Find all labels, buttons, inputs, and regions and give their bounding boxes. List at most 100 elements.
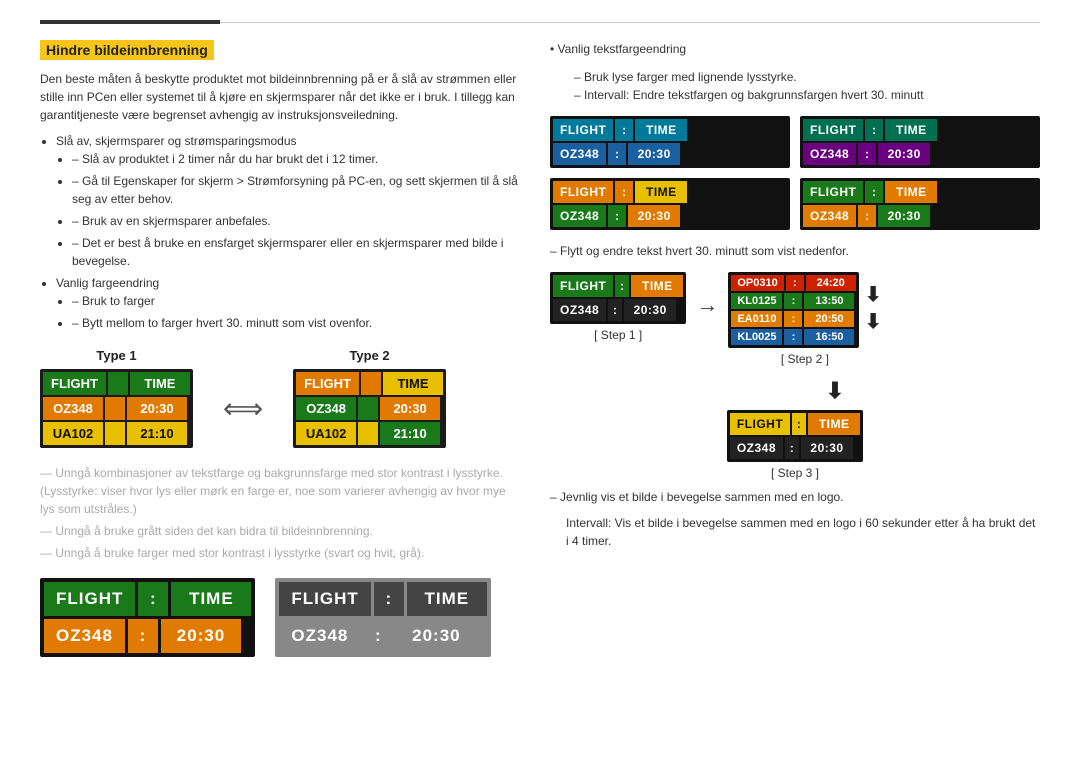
bottom-examples: FLIGHT : TIME OZ348 : 20:30 FLIGHT : TIM…: [40, 578, 520, 657]
top-rule: [40, 20, 1040, 24]
cb1-flight: FLIGHT: [553, 119, 613, 141]
btm-gray-oz348: OZ348: [279, 619, 360, 653]
type2-container: Type 2 FLIGHT TIME OZ348 20:30 UA102: [293, 348, 446, 448]
avoid-note-3: Unngå å bruke farger med stor kontrast i…: [40, 544, 520, 562]
cb2-2030: 20:30: [878, 143, 930, 165]
type2-flight-label: FLIGHT: [296, 372, 359, 395]
cb2-colon2: :: [858, 143, 876, 165]
type2-colon: [361, 372, 381, 395]
cb1-header: FLIGHT : TIME: [553, 119, 787, 141]
sr1-col1: OP0310: [731, 275, 783, 291]
s3-row: OZ348 : 20:30: [730, 437, 860, 459]
sub-item-2-1: Bruk to farger: [72, 292, 520, 310]
btm-blk-flight: FLIGHT: [44, 582, 135, 616]
sr3-col1: EA0110: [731, 311, 782, 327]
btm-gray-flight: FLIGHT: [279, 582, 370, 616]
type1-row2: UA102 21:10: [43, 422, 190, 445]
type2-time-label: TIME: [383, 372, 443, 395]
type2-colon3: [358, 422, 378, 445]
color-board-3: FLIGHT : TIME OZ348 : 20:30: [550, 178, 790, 230]
btm-gray-2030: 20:30: [396, 619, 476, 653]
s1-row: OZ348 : 20:30: [553, 299, 683, 321]
s1-2030: 20:30: [624, 299, 676, 321]
step1-board: FLIGHT : TIME OZ348 : 20:30: [550, 272, 686, 324]
s3-colon2: :: [785, 437, 799, 459]
cb3-colon2: :: [608, 205, 626, 227]
cb3-row: OZ348 : 20:30: [553, 205, 787, 227]
type2-2030: 20:30: [380, 397, 440, 420]
type2-row1: OZ348 20:30: [296, 397, 443, 420]
type1-colon: [108, 372, 128, 395]
type2-2110: 21:10: [380, 422, 440, 445]
cb3-colon: :: [615, 181, 633, 203]
avoid-note-1: Unngå kombinasjoner av tekstfarge og bak…: [40, 464, 520, 518]
type-examples: Type 1 FLIGHT TIME OZ348 20:30 UA102: [40, 348, 520, 448]
bottom-board-gray: FLIGHT : TIME OZ348 : 20:30: [275, 578, 490, 657]
btm-blk-time: TIME: [171, 582, 251, 616]
s3-colon: :: [792, 413, 806, 435]
vanlig-sub-list: Bruk lyse farger med lignende lysstyrke.…: [574, 68, 1040, 104]
btm-blk-colon2: :: [128, 619, 158, 653]
type1-2110: 21:10: [127, 422, 187, 445]
cb3-time: TIME: [635, 181, 687, 203]
btm-gray-colon: :: [374, 582, 404, 616]
scroll-row-2: KL0125 : 13:50: [731, 293, 855, 309]
scroll-row-3: EA0110 : 20:50: [731, 311, 855, 327]
swap-arrow-icon: ⟺: [223, 392, 263, 425]
s3-header: FLIGHT : TIME: [730, 413, 860, 435]
sub-list-1: Slå av produktet i 2 timer når du har br…: [72, 150, 520, 270]
type2-board: FLIGHT TIME OZ348 20:30 UA102 21:10: [293, 369, 446, 448]
step3-label: [ Step 3 ]: [550, 466, 1040, 480]
type2-label: Type 2: [293, 348, 446, 363]
avoid-note-2: Unngå å bruke grått siden det kan bidra …: [40, 522, 520, 540]
type1-container: Type 1 FLIGHT TIME OZ348 20:30 UA102: [40, 348, 193, 448]
cb1-colon: :: [615, 119, 633, 141]
type1-colon2: [105, 397, 125, 420]
scroll-row-4: KL0025 : 16:50: [731, 329, 855, 345]
type1-flight-label: FLIGHT: [43, 372, 106, 395]
sr4-col2: 16:50: [804, 329, 854, 345]
color-board-2: FLIGHT : TIME OZ348 : 20:30: [800, 116, 1040, 168]
step1-box: FLIGHT : TIME OZ348 : 20:30 [ Step 1 ]: [550, 272, 686, 342]
left-column: Hindre bildeinnbrenning Den beste måten …: [40, 40, 520, 657]
sr1-col2: 24:20: [806, 275, 856, 291]
type2-oz348: OZ348: [296, 397, 356, 420]
type1-ua102: UA102: [43, 422, 103, 445]
vanlig-sub-2: Intervall: Endre tekstfargen og bakgrunn…: [574, 86, 1040, 104]
down-arrow-icon: ⬇: [826, 378, 844, 403]
main-bullet-list: Slå av, skjermsparer og strømsparingsmod…: [56, 132, 520, 332]
sr2-col1: KL0125: [731, 293, 782, 309]
type2-row2: UA102 21:10: [296, 422, 443, 445]
cb1-oz348: OZ348: [553, 143, 606, 165]
cb4-colon2: :: [858, 205, 876, 227]
sr1-sep: :: [786, 275, 804, 291]
cb2-header: FLIGHT : TIME: [803, 119, 1037, 141]
s1-time: TIME: [631, 275, 683, 297]
btm-gray-colon2: :: [363, 619, 393, 653]
step3-board: FLIGHT : TIME OZ348 : 20:30: [727, 410, 863, 462]
vanlig-sub-1: Bruk lyse farger med lignende lysstyrke.: [574, 68, 1040, 86]
flytt-note: Flytt og endre tekst hvert 30. minutt so…: [550, 242, 1040, 260]
sub-list-2: Bruk to farger Bytt mellom to farger hve…: [72, 292, 520, 332]
type1-label: Type 1: [40, 348, 193, 363]
cb1-time: TIME: [635, 119, 687, 141]
s3-time: TIME: [808, 413, 860, 435]
cb4-row: OZ348 : 20:30: [803, 205, 1037, 227]
type1-row1: OZ348 20:30: [43, 397, 190, 420]
sr4-sep: :: [784, 329, 802, 345]
section-title: Hindre bildeinnbrenning: [40, 40, 214, 60]
bottom-black-header: FLIGHT : TIME: [44, 582, 251, 616]
cb1-colon2: :: [608, 143, 626, 165]
sub-item-1-2: Gå til Egenskaper for skjerm > Strømfors…: [72, 172, 520, 208]
step3-container: FLIGHT : TIME OZ348 : 20:30 [ Step 3 ]: [550, 410, 1040, 480]
btm-blk-colon: :: [138, 582, 168, 616]
bottom-black-row: OZ348 : 20:30: [44, 619, 251, 653]
type1-time-label: TIME: [130, 372, 190, 395]
right-column: • Vanlig tekstfargeendring Bruk lyse far…: [550, 40, 1040, 657]
type2-header: FLIGHT TIME: [296, 372, 443, 395]
type1-header: FLIGHT TIME: [43, 372, 190, 395]
s3-flight: FLIGHT: [730, 413, 790, 435]
bottom-board-black: FLIGHT : TIME OZ348 : 20:30: [40, 578, 255, 657]
cb3-flight: FLIGHT: [553, 181, 613, 203]
cb3-2030: 20:30: [628, 205, 680, 227]
